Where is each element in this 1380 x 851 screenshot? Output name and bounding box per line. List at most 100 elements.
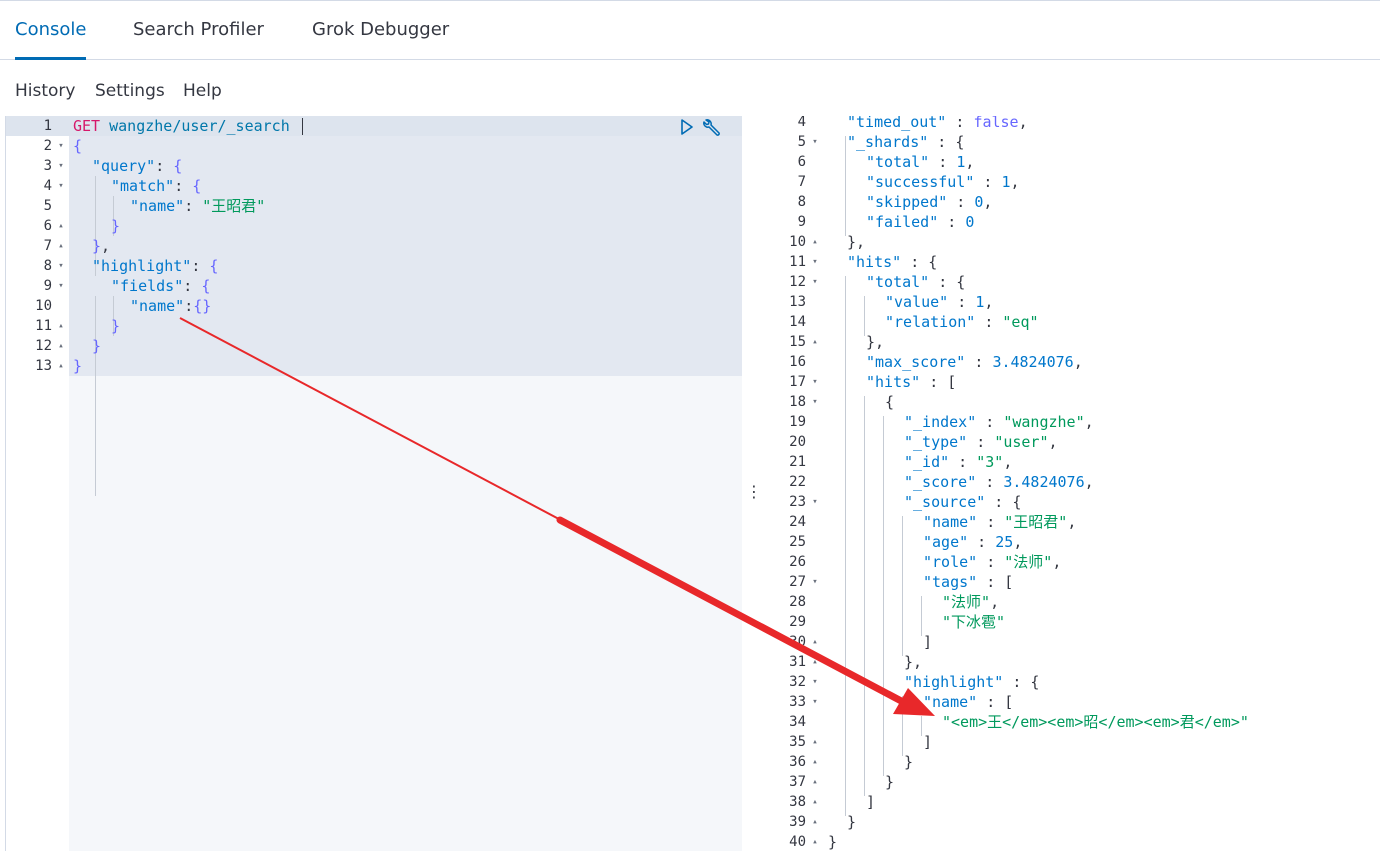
fold-collapse-icon[interactable]: ▾: [809, 132, 821, 152]
line-number: 7: [797, 174, 806, 190]
response-line-18: {: [885, 393, 895, 411]
shards-total-value: 1: [956, 153, 966, 171]
tab-console[interactable]: Console: [15, 1, 87, 60]
fold-expand-icon[interactable]: ▴: [55, 336, 67, 356]
fold-collapse-icon[interactable]: ▾: [55, 136, 67, 156]
role-value: "法师": [1004, 553, 1053, 571]
fields-key: "fields": [111, 277, 184, 295]
fold-collapse-icon[interactable]: ▾: [809, 252, 821, 272]
text-cursor: [302, 118, 303, 135]
fold-expand-icon[interactable]: ▴: [809, 752, 821, 772]
line-number: 13: [789, 294, 806, 310]
fold-collapse-icon[interactable]: ▾: [55, 176, 67, 196]
response-line-38: ]: [866, 793, 876, 811]
fold-collapse-icon[interactable]: ▾: [55, 256, 67, 276]
tab-grok-debugger[interactable]: Grok Debugger: [312, 1, 449, 59]
line-number: 35: [789, 734, 806, 750]
line-number: 11: [789, 254, 806, 270]
fold-expand-icon[interactable]: ▴: [809, 332, 821, 352]
response-line-5: "_shards" : {: [847, 133, 965, 151]
fold-collapse-icon[interactable]: ▾: [809, 492, 821, 512]
timed-out-value: false: [973, 116, 1019, 131]
max-score-value: 3.4824076: [992, 353, 1074, 371]
max-score-key: "max_score": [866, 353, 966, 371]
fold-collapse-icon[interactable]: ▾: [809, 272, 821, 292]
fold-expand-icon[interactable]: ▴: [809, 792, 821, 812]
response-line-21: "_id" : "3",: [904, 453, 1013, 471]
fold-expand-icon[interactable]: ▴: [809, 232, 821, 252]
fold-expand-icon[interactable]: ▴: [809, 652, 821, 672]
response-line-19: "_index" : "wangzhe",: [904, 413, 1094, 431]
fold-expand-icon[interactable]: ▴: [809, 732, 821, 752]
wrench-icon[interactable]: [702, 117, 722, 141]
request-line-1: GET wangzhe/user/_search: [73, 116, 290, 136]
timed-out-key: "timed_out": [847, 116, 947, 131]
highlight-name-value: "<em>王</em><em>昭</em><em>君</em>": [942, 713, 1249, 731]
top-tab-bar: Console Search Profiler Grok Debugger: [0, 0, 1380, 60]
http-method: GET: [73, 117, 101, 135]
request-line-8: "highlight": {: [92, 257, 219, 275]
fold-expand-icon[interactable]: ▴: [809, 632, 821, 652]
indent-guide: [864, 296, 865, 336]
fold-collapse-icon[interactable]: ▾: [809, 692, 821, 712]
id-value: "3": [976, 453, 1004, 471]
line-number: 33: [789, 694, 806, 710]
indent-guide: [95, 296, 96, 496]
help-menu-item[interactable]: Help: [183, 81, 222, 101]
response-line-17: "hits" : [: [866, 373, 957, 391]
fold-expand-icon[interactable]: ▴: [55, 316, 67, 336]
line-number: 28: [789, 594, 806, 610]
fold-expand-icon[interactable]: ▴: [55, 356, 67, 376]
fold-collapse-icon[interactable]: ▾: [809, 372, 821, 392]
response-line-8: "skipped" : 0,: [866, 193, 993, 211]
score-key: "_score": [904, 473, 977, 491]
request-line-3: "query": {: [92, 157, 183, 175]
index-value: "wangzhe": [1003, 413, 1085, 431]
highlight-key: "highlight": [92, 257, 192, 275]
fold-collapse-icon[interactable]: ▾: [809, 392, 821, 412]
hits-total-key: "total": [866, 273, 930, 291]
indent-guide: [902, 696, 903, 756]
response-line-20: "_type" : "user",: [904, 433, 1058, 451]
fold-collapse-icon[interactable]: ▾: [809, 672, 821, 692]
fold-collapse-icon[interactable]: ▾: [55, 276, 67, 296]
response-line-40: }: [828, 833, 838, 851]
request-editor[interactable]: 1 2 ▾ 3 ▾ 4 ▾ 5 6 ▴ 7 ▴ 8 ▾ 9 ▾ 10 11 ▴ 12 ▴ 13 ▴ GET wangzhe/…: [5, 116, 742, 851]
play-icon[interactable]: [680, 119, 694, 139]
tab-search-profiler[interactable]: Search Profiler: [133, 1, 264, 59]
settings-menu-item[interactable]: Settings: [95, 81, 165, 101]
response-line-13: "value" : 1,: [885, 293, 994, 311]
relation-key: "relation": [885, 313, 976, 331]
line-number: 8: [43, 258, 52, 274]
history-menu-item[interactable]: History: [15, 81, 75, 101]
line-number: 9: [43, 278, 52, 294]
response-line-12: "total" : {: [866, 273, 966, 291]
fold-expand-icon[interactable]: ▴: [809, 812, 821, 832]
line-number: 4: [797, 116, 806, 130]
response-line-35: ]: [923, 733, 933, 751]
line-number: 20: [789, 434, 806, 450]
fold-collapse-icon[interactable]: ▾: [809, 572, 821, 592]
response-line-32: "highlight" : {: [904, 673, 1040, 691]
fold-expand-icon[interactable]: ▴: [809, 772, 821, 792]
fold-expand-icon[interactable]: ▴: [809, 832, 821, 851]
line-number: 6: [797, 154, 806, 170]
response-line-23: "_source" : {: [904, 493, 1022, 511]
tag-value: "法师": [942, 593, 991, 611]
fold-collapse-icon[interactable]: ▾: [55, 156, 67, 176]
line-number: 26: [789, 554, 806, 570]
type-key: "_type": [904, 433, 968, 451]
request-line-6: }: [111, 217, 121, 235]
match-key: "match": [111, 177, 175, 195]
fold-expand-icon[interactable]: ▴: [55, 236, 67, 256]
response-viewer[interactable]: 4 5 ▾ 6 7 8 9 10 ▴ 11 ▾ 12 ▾ 13 14 15 ▴ 16 17 ▾ 18 ▾ 19 20 21 22 2…: [760, 116, 1380, 851]
highlight-key: "highlight": [904, 673, 1004, 691]
line-number: 34: [789, 714, 806, 730]
line-number: 40: [789, 834, 806, 850]
line-number: 17: [789, 374, 806, 390]
query-key: "query": [92, 157, 156, 175]
line-number: 5: [43, 198, 52, 214]
fold-expand-icon[interactable]: ▴: [55, 216, 67, 236]
failed-value: 0: [965, 213, 975, 231]
hits-key: "hits": [847, 253, 902, 271]
